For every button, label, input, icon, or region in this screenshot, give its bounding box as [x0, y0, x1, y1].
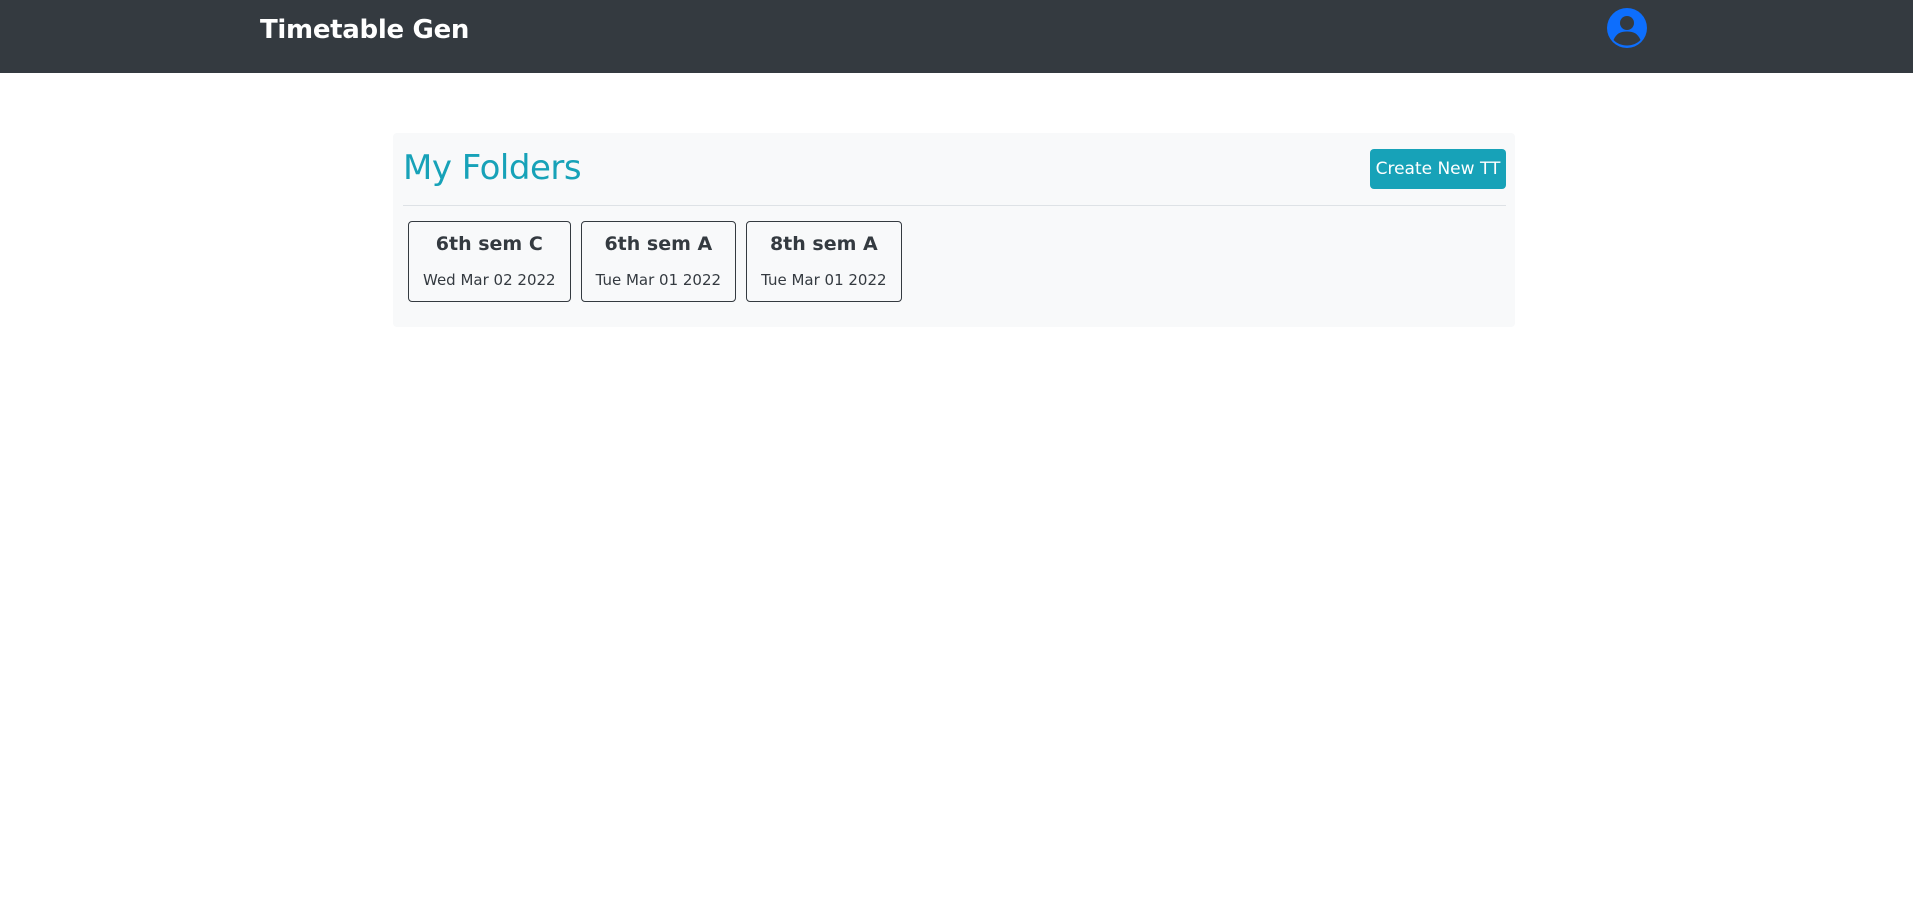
folder-card-6th-sem-c[interactable]: 6th sem C Wed Mar 02 2022: [408, 221, 571, 302]
folder-name: 6th sem A: [604, 233, 713, 255]
folder-date: Tue Mar 01 2022: [595, 271, 722, 289]
page-title: My Folders: [403, 148, 582, 188]
brand-title[interactable]: Timetable Gen: [260, 0, 469, 60]
user-circle-icon: [1607, 8, 1647, 48]
divider: [403, 205, 1506, 206]
folder-date: Tue Mar 01 2022: [761, 271, 887, 289]
create-new-tt-button[interactable]: Create New TT: [1370, 149, 1506, 189]
folder-card-8th-sem-a[interactable]: 8th sem A Tue Mar 01 2022: [746, 221, 902, 302]
user-avatar-button[interactable]: [1607, 8, 1647, 48]
folder-list: 6th sem C Wed Mar 02 2022 6th sem A Tue …: [408, 221, 902, 302]
folder-name: 6th sem C: [435, 233, 543, 255]
folder-date: Wed Mar 02 2022: [423, 271, 556, 289]
top-navbar: Timetable Gen: [0, 0, 1913, 73]
folder-name: 8th sem A: [769, 233, 878, 255]
folder-card-6th-sem-a[interactable]: 6th sem A Tue Mar 01 2022: [580, 221, 737, 302]
folders-panel: My Folders Create New TT 6th sem C Wed M…: [393, 133, 1515, 327]
